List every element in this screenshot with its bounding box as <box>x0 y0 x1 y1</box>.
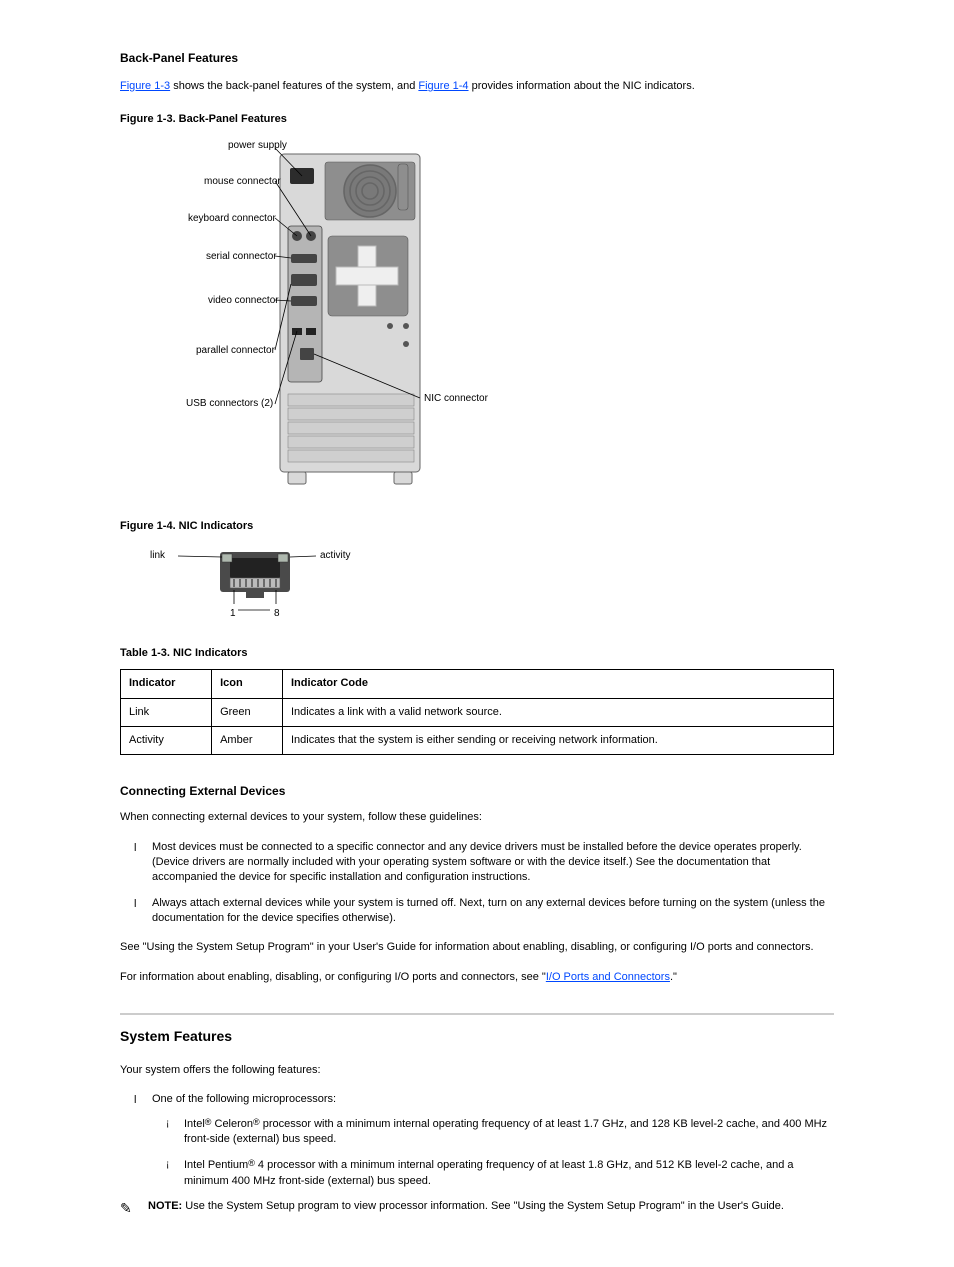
td-icon: Green <box>212 698 283 726</box>
table-1-3-label: Table 1-3. NIC Indicators <box>120 646 834 661</box>
intro-text-a: shows the back-panel features of the sys… <box>170 80 418 92</box>
th-code: Indicator Code <box>282 670 833 698</box>
th-icon: Icon <box>212 670 283 698</box>
io-reference-paragraph: For information about enabling, disablin… <box>120 970 834 985</box>
figure-1-3-label: Figure 1-3. Back-Panel Features <box>120 112 834 127</box>
list-item: Most devices must be connected to a spec… <box>152 840 834 886</box>
label-pin8: 8 <box>274 608 280 619</box>
td-code: Indicates that the system is either send… <box>282 726 833 754</box>
th-indicator: Indicator <box>121 670 212 698</box>
section-title-system-features: System Features <box>120 1027 834 1047</box>
label-keyboard-connector: keyboard connector <box>188 213 277 224</box>
connecting-devices-intro: When connecting external devices to your… <box>120 810 834 825</box>
note-block: ✎ NOTE: Use the System Setup program to … <box>120 1199 834 1214</box>
label-usb-connectors: USB connectors (2) <box>186 398 273 409</box>
section-divider <box>120 1013 834 1015</box>
table-row: Link Green Indicates a link with a valid… <box>121 698 834 726</box>
registered-icon: ® <box>248 1158 255 1168</box>
figure-1-4: link activity 1 8 <box>130 542 834 627</box>
label-video-connector: video connector <box>208 295 279 306</box>
label-activity: activity <box>320 550 351 561</box>
note-text: Use the System Setup program to view pro… <box>182 1200 784 1212</box>
link-figure-1-3[interactable]: Figure 1-3 <box>120 80 170 92</box>
td-indicator: Link <box>121 698 212 726</box>
microprocessor-text: One of the following microprocessors: <box>152 1093 336 1105</box>
nic-indicators-table: Indicator Icon Indicator Code Link Green… <box>120 669 834 755</box>
list-item: Intel® Celeron® processor with a minimum… <box>184 1116 834 1148</box>
nic-indicator-diagram: link activity 1 8 <box>130 542 360 622</box>
link-figure-1-4[interactable]: Figure 1-4 <box>418 80 468 92</box>
io-ref-text-after: ." <box>670 971 677 983</box>
td-indicator: Activity <box>121 726 212 754</box>
figure-1-3: power supply mouse connector keyboard co… <box>130 136 834 501</box>
label-power-supply: power supply <box>228 140 287 151</box>
back-panel-diagram: power supply mouse connector keyboard co… <box>130 136 520 496</box>
label-parallel-connector: parallel connector <box>196 345 276 356</box>
io-setup-paragraph: See "Using the System Setup Program" in … <box>120 940 834 955</box>
figure-1-4-label: Figure 1-4. NIC Indicators <box>120 519 834 534</box>
label-nic-connector: NIC connector <box>424 393 489 404</box>
list-item: Always attach external devices while you… <box>152 896 834 927</box>
note-label: NOTE: <box>148 1200 182 1212</box>
td-icon: Amber <box>212 726 283 754</box>
label-mouse-connector: mouse connector <box>204 176 281 187</box>
link-io-ports[interactable]: I/O Ports and Connectors <box>546 971 670 983</box>
intro-text-b: provides information about the NIC indic… <box>469 80 695 92</box>
intro-paragraph: Figure 1-3 shows the back-panel features… <box>120 79 834 94</box>
io-ref-text-before: For information about enabling, disablin… <box>120 971 546 983</box>
system-features-intro: Your system offers the following feature… <box>120 1063 834 1078</box>
table-row: Activity Amber Indicates that the system… <box>121 726 834 754</box>
list-item: One of the following microprocessors: In… <box>152 1092 834 1189</box>
label-serial-connector: serial connector <box>206 251 277 262</box>
note-icon: ✎ <box>120 1199 132 1219</box>
label-pin1: 1 <box>230 608 236 619</box>
section-title-back-panel: Back-Panel Features <box>120 50 834 67</box>
label-link: link <box>150 550 166 561</box>
registered-icon: ® <box>253 1117 260 1127</box>
table-header-row: Indicator Icon Indicator Code <box>121 670 834 698</box>
subheading-connecting-devices: Connecting External Devices <box>120 783 834 800</box>
td-code: Indicates a link with a valid network so… <box>282 698 833 726</box>
list-item: Intel Pentium® 4 processor with a minimu… <box>184 1157 834 1189</box>
